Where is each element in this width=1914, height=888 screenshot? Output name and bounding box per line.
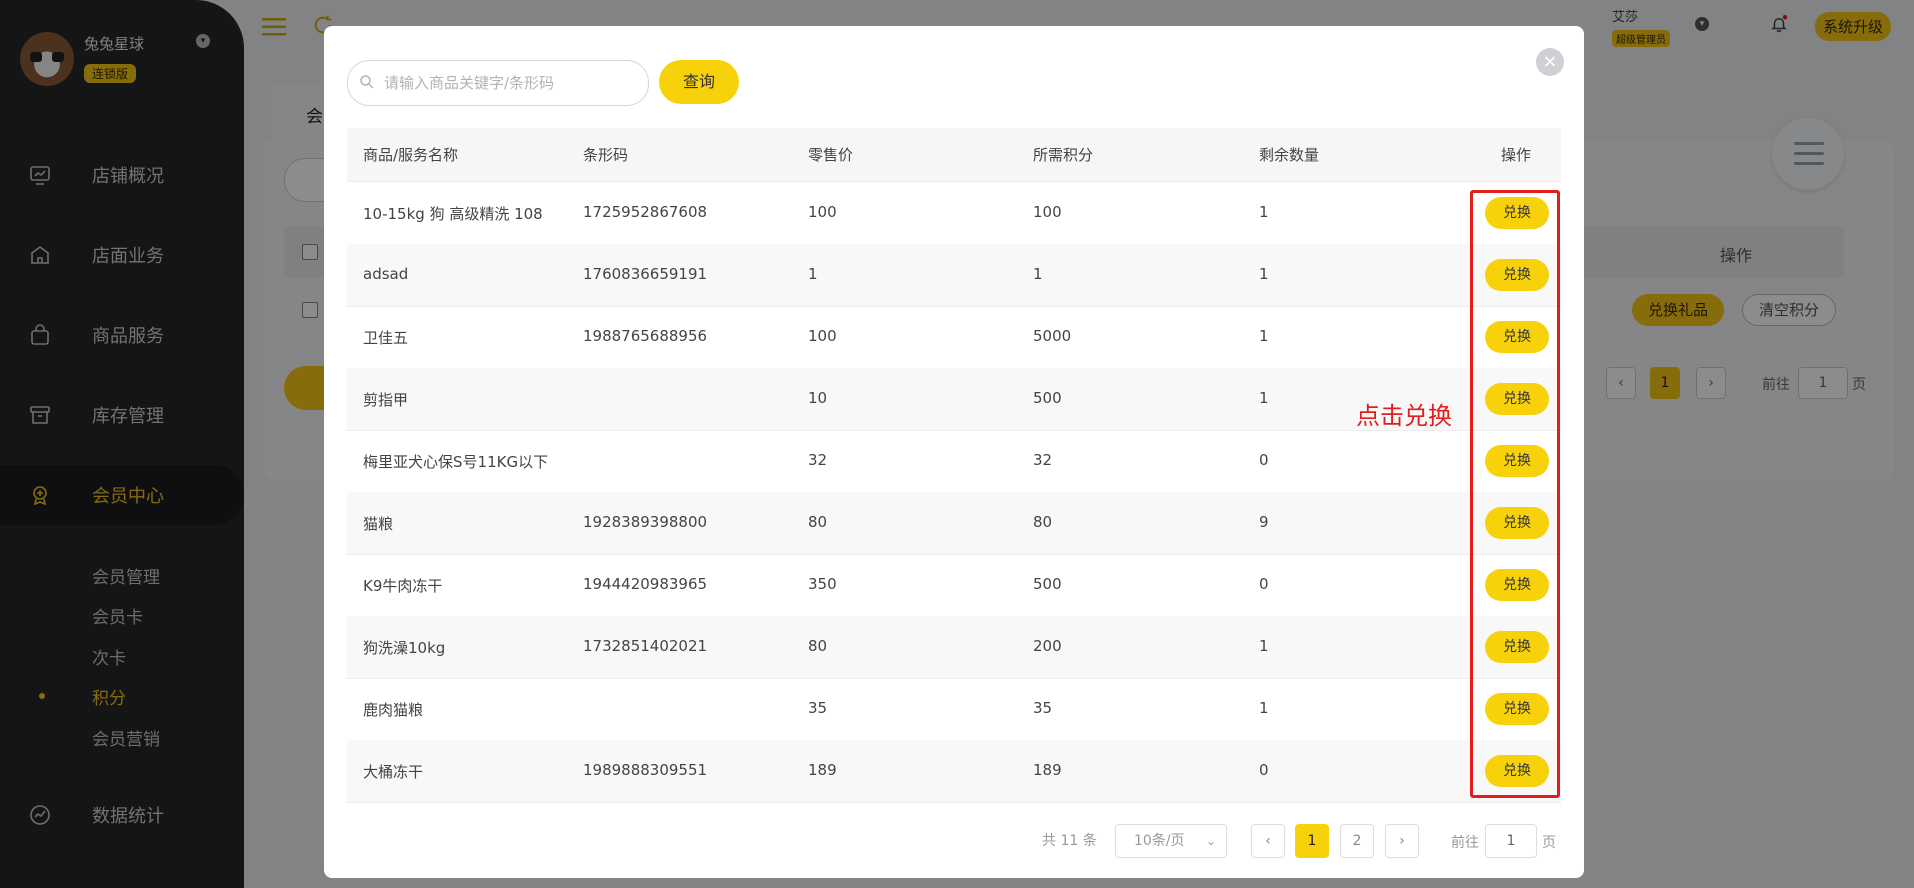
cell-price: 350 [808,575,837,593]
table-row: 卫佳五 1988765688956 100 5000 1 兑换 [347,306,1561,369]
cell-name: 卫佳五 [363,329,409,347]
cell-name: 狗洗澡10kg [363,639,446,657]
table-header: 商品/服务名称 条形码 零售价 所需积分 剩余数量 操作 [347,128,1561,182]
cell-name: adsad [363,265,409,283]
cell-price: 80 [808,637,828,655]
annotation-highlight-box [1470,190,1560,798]
cell-points: 80 [1033,513,1053,531]
total-count: 共 11 条 [1042,833,1097,849]
chevron-down-icon: ⌄ [1205,834,1216,848]
cell-points: 500 [1033,575,1062,593]
cell-remaining: 9 [1259,513,1269,531]
next-page-button[interactable]: › [1385,824,1419,858]
table-row: 梅里亚犬心保S号11KG以下 32 32 0 兑换 [347,430,1561,493]
cell-barcode: 1760836659191 [583,265,708,283]
prev-page-button[interactable]: ‹ [1251,824,1285,858]
cell-points: 5000 [1033,327,1072,345]
goto-page-input[interactable]: 1 [1485,824,1537,858]
search-field[interactable] [382,69,642,97]
page-size-value: 10条/页 [1134,833,1185,849]
cell-points: 100 [1033,203,1062,221]
cell-remaining: 1 [1259,637,1269,655]
cell-remaining: 1 [1259,327,1269,345]
goto-label: 前往 [1451,835,1479,851]
page-size-select[interactable]: 10条/页 ⌄ [1115,824,1227,858]
cell-price: 32 [808,451,828,469]
table-row: adsad 1760836659191 1 1 1 兑换 [347,244,1561,307]
col-action: 操作 [1501,146,1532,164]
cell-name: 梅里亚犬心保S号11KG以下 [363,453,549,471]
table-row: 大桶冻干 1989888309551 189 189 0 兑换 [347,740,1561,803]
page-2-button[interactable]: 2 [1340,824,1374,858]
cell-remaining: 1 [1259,265,1269,283]
search-icon [360,75,374,89]
cell-points: 500 [1033,389,1062,407]
page-label: 页 [1542,835,1556,851]
cell-points: 35 [1033,699,1053,717]
cell-points: 32 [1033,451,1053,469]
table-row: 10-15kg 狗 高级精洗 108 1725952867608 100 100 1 兑换 [347,182,1561,245]
cell-price: 80 [808,513,828,531]
cell-remaining: 0 [1259,575,1269,593]
col-points: 所需积分 [1033,146,1094,164]
cell-name: 剪指甲 [363,391,409,409]
table-row: K9牛肉冻干 1944420983965 350 500 0 兑换 [347,554,1561,617]
cell-points: 189 [1033,761,1062,779]
table-row: 鹿肉猫粮 35 35 1 兑换 [347,678,1561,741]
cell-name: 10-15kg 狗 高级精洗 108 [363,205,543,223]
cell-name: K9牛肉冻干 [363,577,443,595]
cell-barcode: 1725952867608 [583,203,708,221]
query-button[interactable]: 查询 [659,60,739,104]
col-barcode: 条形码 [583,146,629,164]
table-row: 狗洗澡10kg 1732851402021 80 200 1 兑换 [347,616,1561,679]
cell-remaining: 1 [1259,389,1269,407]
cell-barcode: 1989888309551 [583,761,708,779]
cell-price: 10 [808,389,828,407]
cell-price: 1 [808,265,818,283]
cell-price: 100 [808,327,837,345]
annotation-text: 点击兑换 [1356,402,1452,430]
cell-points: 1 [1033,265,1043,283]
cell-remaining: 0 [1259,761,1269,779]
cell-price: 35 [808,699,828,717]
cell-price: 189 [808,761,837,779]
page-1-button[interactable]: 1 [1295,824,1329,858]
cell-name: 大桶冻干 [363,763,424,781]
cell-remaining: 0 [1259,451,1269,469]
cell-remaining: 1 [1259,203,1269,221]
table-row: 猫粮 1928389398800 80 80 9 兑换 [347,492,1561,555]
col-price: 零售价 [808,146,854,164]
close-icon[interactable]: × [1536,48,1564,76]
product-search-input[interactable] [347,60,649,106]
cell-barcode: 1928389398800 [583,513,708,531]
cell-barcode: 1944420983965 [583,575,708,593]
cell-remaining: 1 [1259,699,1269,717]
cell-barcode: 1988765688956 [583,327,708,345]
cell-barcode: 1732851402021 [583,637,708,655]
cell-name: 猫粮 [363,515,394,533]
cell-name: 鹿肉猫粮 [363,701,424,719]
col-name: 商品/服务名称 [363,146,459,164]
cell-points: 200 [1033,637,1062,655]
cell-price: 100 [808,203,837,221]
col-remaining: 剩余数量 [1259,146,1320,164]
